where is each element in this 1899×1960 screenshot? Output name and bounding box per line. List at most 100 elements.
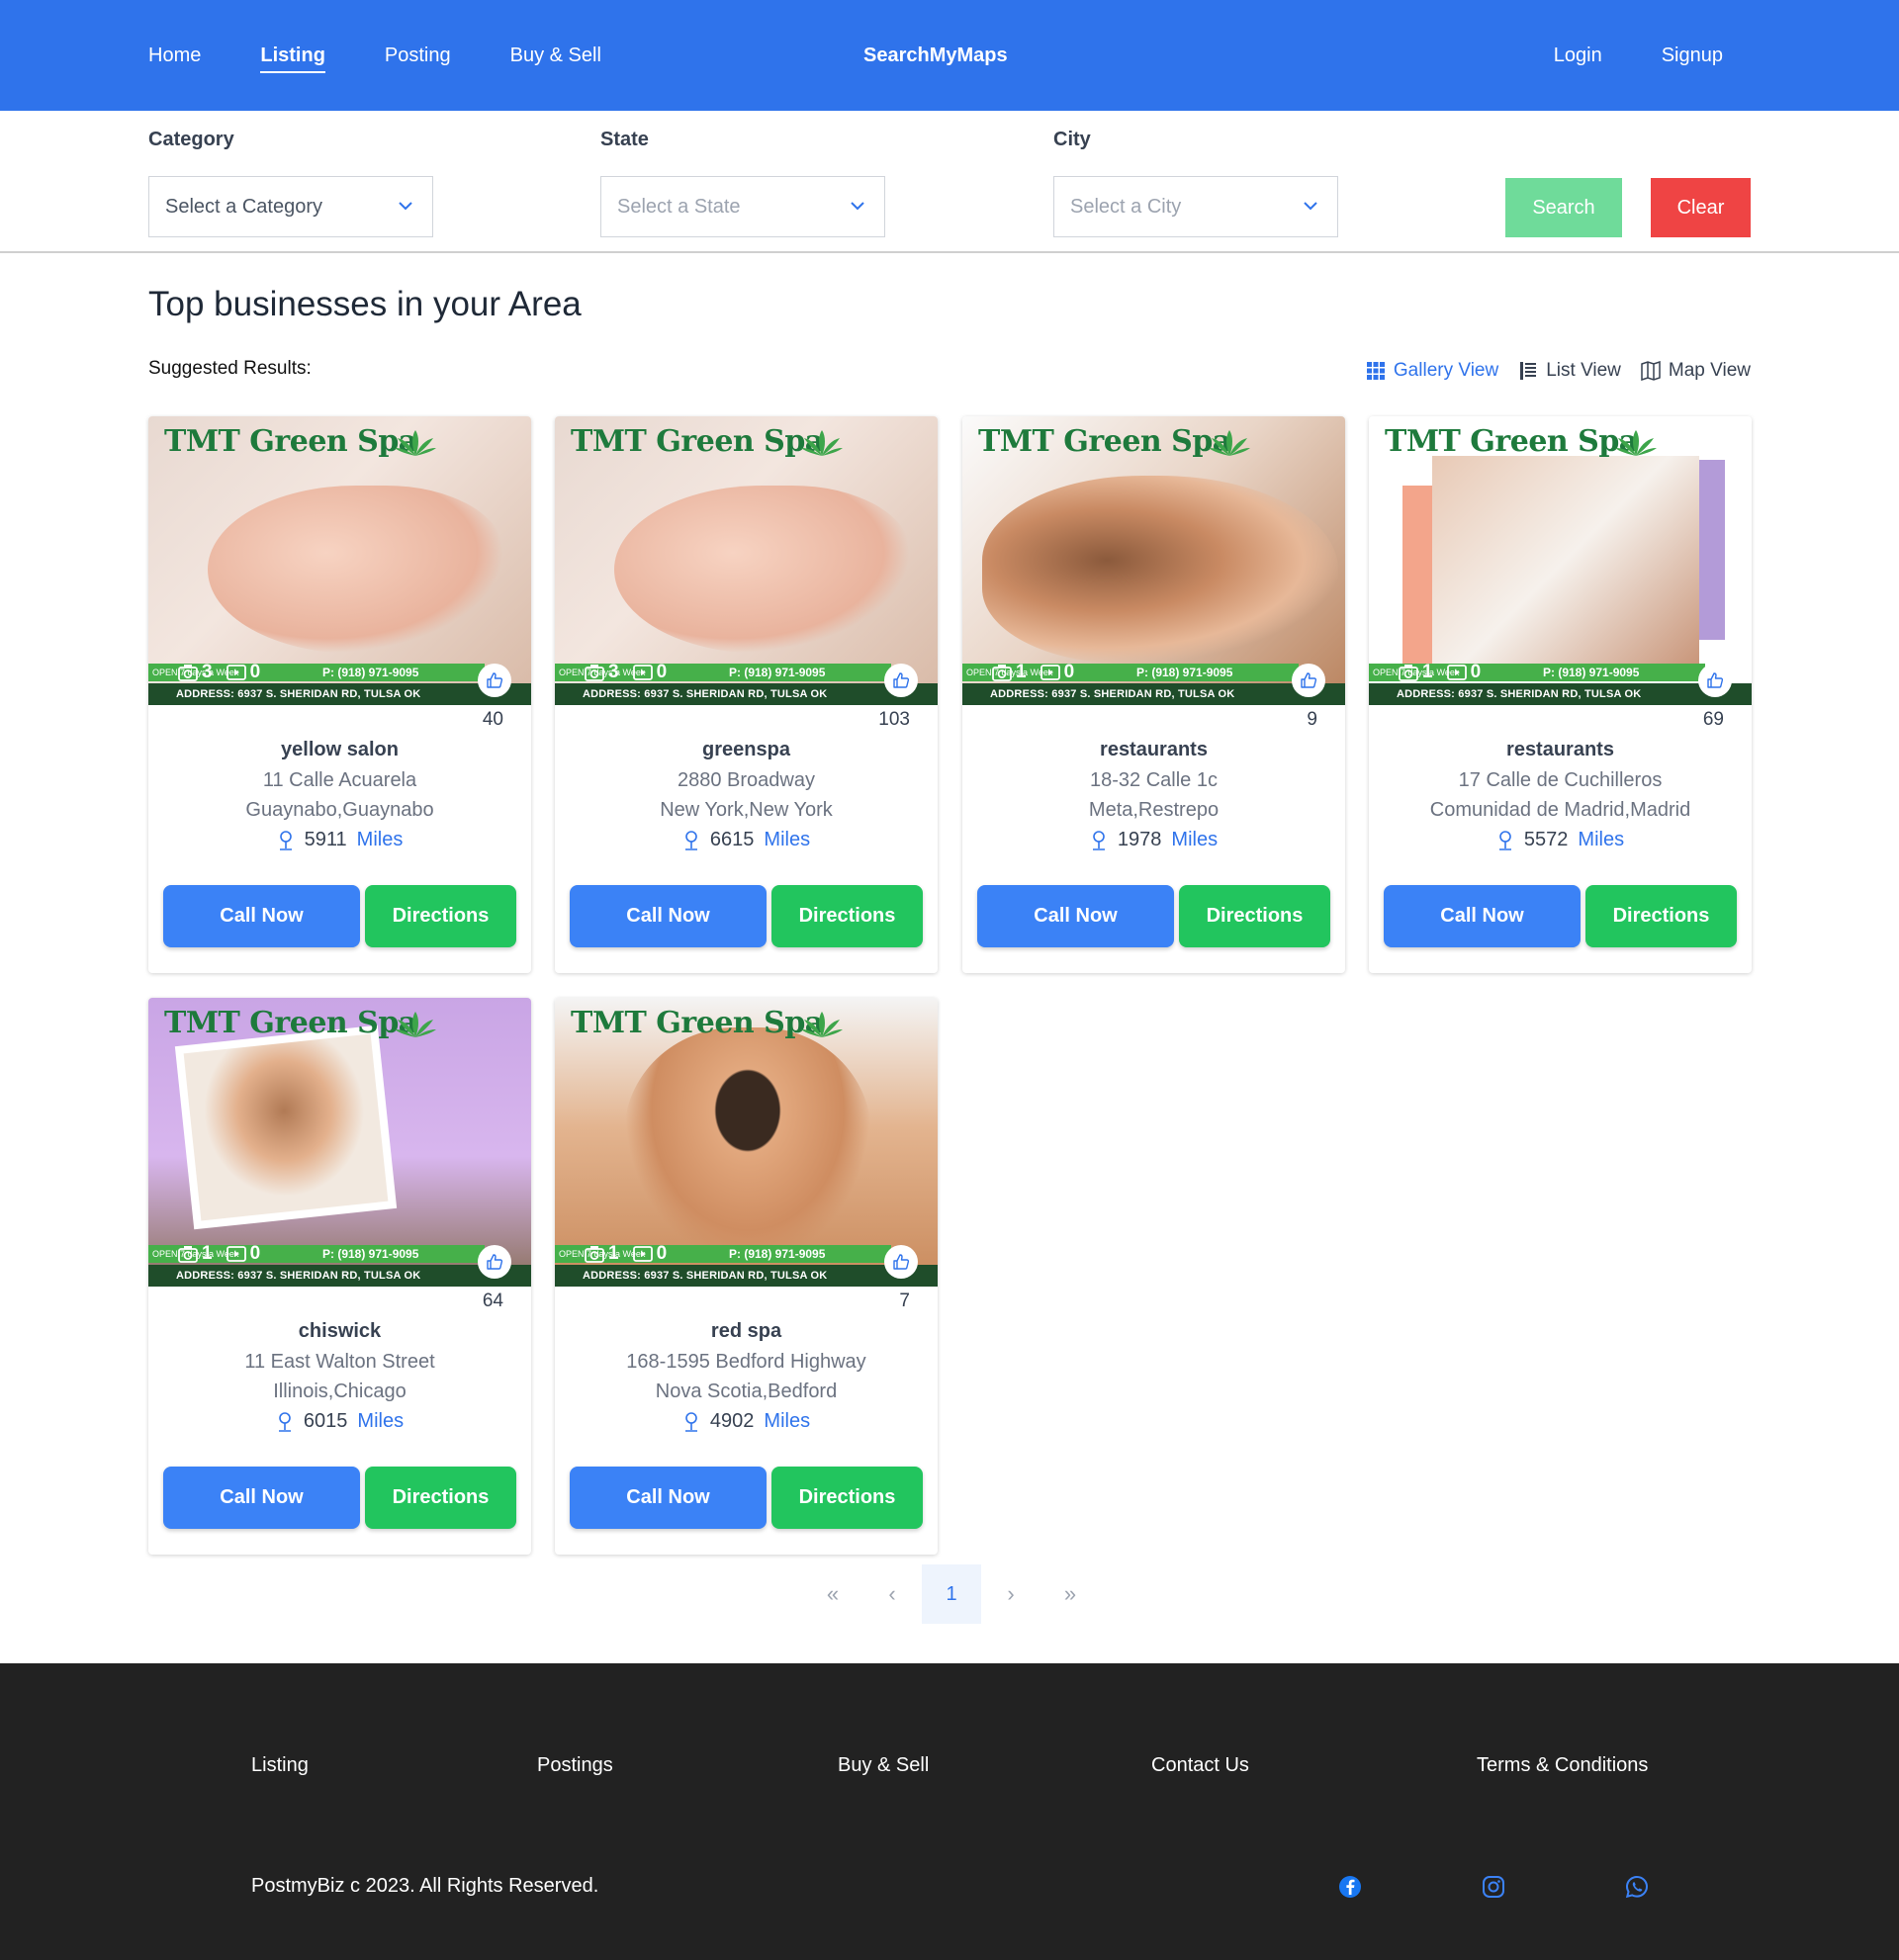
spa-title: TMT Green Spa xyxy=(571,1006,824,1040)
footer-terms-link[interactable]: Terms & Conditions xyxy=(1477,1754,1648,1777)
instagram-icon[interactable] xyxy=(1482,1875,1505,1899)
photo-figure xyxy=(1432,456,1699,664)
map-view-toggle[interactable]: Map View xyxy=(1641,360,1751,382)
directions-button[interactable]: Directions xyxy=(365,1467,516,1529)
footer-buy-sell-link[interactable]: Buy & Sell xyxy=(838,1754,929,1777)
call-now-button[interactable]: Call Now xyxy=(1384,885,1581,947)
call-now-button[interactable]: Call Now xyxy=(163,885,360,947)
footer-contact-link[interactable]: Contact Us xyxy=(1151,1754,1249,1777)
gallery-view-toggle[interactable]: Gallery View xyxy=(1366,360,1498,382)
business-address: 2880 Broadway xyxy=(678,769,815,791)
photo-count-value: 3 xyxy=(608,662,619,682)
chevron-down-icon xyxy=(399,202,412,211)
thumbs-up-icon xyxy=(1301,672,1317,688)
chevron-down-icon xyxy=(1304,202,1317,211)
business-image[interactable]: TMT Green Spa OPEN 7 days a Week P: (918… xyxy=(555,998,938,1287)
video-count-value: 0 xyxy=(249,1243,261,1264)
business-name[interactable]: red spa xyxy=(555,1320,938,1343)
business-image[interactable]: TMT Green Spa OPEN 7 days a Week P: (918… xyxy=(555,416,938,705)
distance-value: 5572 xyxy=(1523,829,1569,850)
footer-listing-link[interactable]: Listing xyxy=(251,1754,309,1777)
like-button[interactable] xyxy=(884,1245,918,1279)
photo-count: 1 xyxy=(1399,662,1433,683)
category-select-value: Select a Category xyxy=(165,195,322,218)
prev-page-button[interactable]: ‹ xyxy=(862,1564,922,1624)
business-image[interactable]: TMT Green Spa OPEN 7 days a Week P: (918… xyxy=(148,998,531,1287)
spa-title: TMT Green Spa xyxy=(978,424,1231,459)
business-card: TMT Green Spa OPEN 7 days a Week P: (918… xyxy=(1369,416,1752,973)
like-button[interactable] xyxy=(478,1245,511,1279)
business-name[interactable]: greenspa xyxy=(555,739,938,761)
video-icon xyxy=(226,1246,246,1262)
login-link[interactable]: Login xyxy=(1554,45,1602,67)
photo-figure xyxy=(982,476,1338,664)
city-label: City xyxy=(1053,129,1091,150)
phone-text: P: (918) 971-9095 xyxy=(729,666,826,679)
business-name[interactable]: yellow salon xyxy=(148,739,531,761)
city-select[interactable]: Select a City xyxy=(1053,176,1338,237)
chevron-down-icon xyxy=(851,202,864,211)
business-distance: 6015 Miles xyxy=(148,1410,531,1433)
camera-icon xyxy=(178,1246,198,1263)
main-nav: Home Listing Posting Buy & Sell xyxy=(148,0,601,111)
map-pin-icon xyxy=(684,830,697,850)
video-icon xyxy=(1040,665,1060,680)
distance-value: 1978 xyxy=(1117,829,1162,850)
clear-button[interactable]: Clear xyxy=(1651,178,1751,237)
like-count: 40 xyxy=(482,709,503,730)
nav-listing[interactable]: Listing xyxy=(260,45,325,73)
call-now-button[interactable]: Call Now xyxy=(977,885,1174,947)
phone-text: P: (918) 971-9095 xyxy=(729,1247,826,1261)
business-name[interactable]: restaurants xyxy=(1369,739,1752,761)
like-count: 103 xyxy=(878,709,910,730)
call-now-button[interactable]: Call Now xyxy=(570,1467,767,1529)
call-now-button[interactable]: Call Now xyxy=(570,885,767,947)
business-card: TMT Green Spa OPEN 7 days a Week P: (918… xyxy=(555,998,938,1555)
current-page-button[interactable]: 1 xyxy=(922,1564,981,1624)
whatsapp-icon[interactable] xyxy=(1625,1875,1649,1899)
facebook-icon[interactable] xyxy=(1338,1875,1362,1899)
auth-links: Login Signup xyxy=(1554,0,1723,111)
state-label: State xyxy=(600,129,649,150)
address-text: ADDRESS: 6937 S. SHERIDAN RD, TULSA OK xyxy=(1369,683,1752,705)
directions-button[interactable]: Directions xyxy=(365,885,516,947)
last-page-button[interactable]: » xyxy=(1040,1564,1100,1624)
signup-link[interactable]: Signup xyxy=(1662,45,1723,67)
search-button[interactable]: Search xyxy=(1505,178,1622,237)
business-distance: 6615 Miles xyxy=(555,829,938,851)
first-page-button[interactable]: « xyxy=(803,1564,862,1624)
nav-buy-sell[interactable]: Buy & Sell xyxy=(510,45,601,67)
video-count-value: 0 xyxy=(249,662,261,682)
distance-value: 5911 xyxy=(304,829,347,850)
city-filter: City Select a City xyxy=(1053,129,1338,237)
next-page-button[interactable]: › xyxy=(981,1564,1040,1624)
distance-unit: Miles xyxy=(764,1410,811,1432)
business-image[interactable]: TMT Green Spa OPEN 7 days a Week P: (918… xyxy=(962,416,1345,705)
footer-postings-link[interactable]: Postings xyxy=(537,1754,613,1777)
brand-logo[interactable]: SearchMyMaps xyxy=(863,0,1008,111)
business-image[interactable]: TMT Green Spa OPEN 7 days a Week P: (918… xyxy=(1369,416,1752,705)
pagination: « ‹ 1 › » xyxy=(803,1564,1100,1624)
directions-button[interactable]: Directions xyxy=(771,1467,923,1529)
directions-button[interactable]: Directions xyxy=(771,885,923,947)
like-button[interactable] xyxy=(1292,664,1325,697)
business-name[interactable]: chiswick xyxy=(148,1320,531,1343)
category-select[interactable]: Select a Category xyxy=(148,176,433,237)
state-select[interactable]: Select a State xyxy=(600,176,885,237)
video-count: 0 xyxy=(226,1243,261,1265)
list-view-label: List View xyxy=(1546,360,1621,381)
nav-posting[interactable]: Posting xyxy=(385,45,451,67)
directions-button[interactable]: Directions xyxy=(1179,885,1330,947)
like-button[interactable] xyxy=(1698,664,1732,697)
nav-home[interactable]: Home xyxy=(148,45,201,67)
grid-icon xyxy=(1366,362,1385,380)
call-now-button[interactable]: Call Now xyxy=(163,1467,360,1529)
business-name[interactable]: restaurants xyxy=(962,739,1345,761)
like-button[interactable] xyxy=(478,664,511,697)
directions-button[interactable]: Directions xyxy=(1585,885,1737,947)
like-button[interactable] xyxy=(884,664,918,697)
business-city: Illinois,Chicago xyxy=(273,1381,407,1402)
business-card: TMT Green Spa OPEN 7 days a Week P: (918… xyxy=(148,998,531,1555)
business-image[interactable]: TMT Green Spa OPEN 7 days a Week P: (918… xyxy=(148,416,531,705)
list-view-toggle[interactable]: List View xyxy=(1518,360,1621,382)
